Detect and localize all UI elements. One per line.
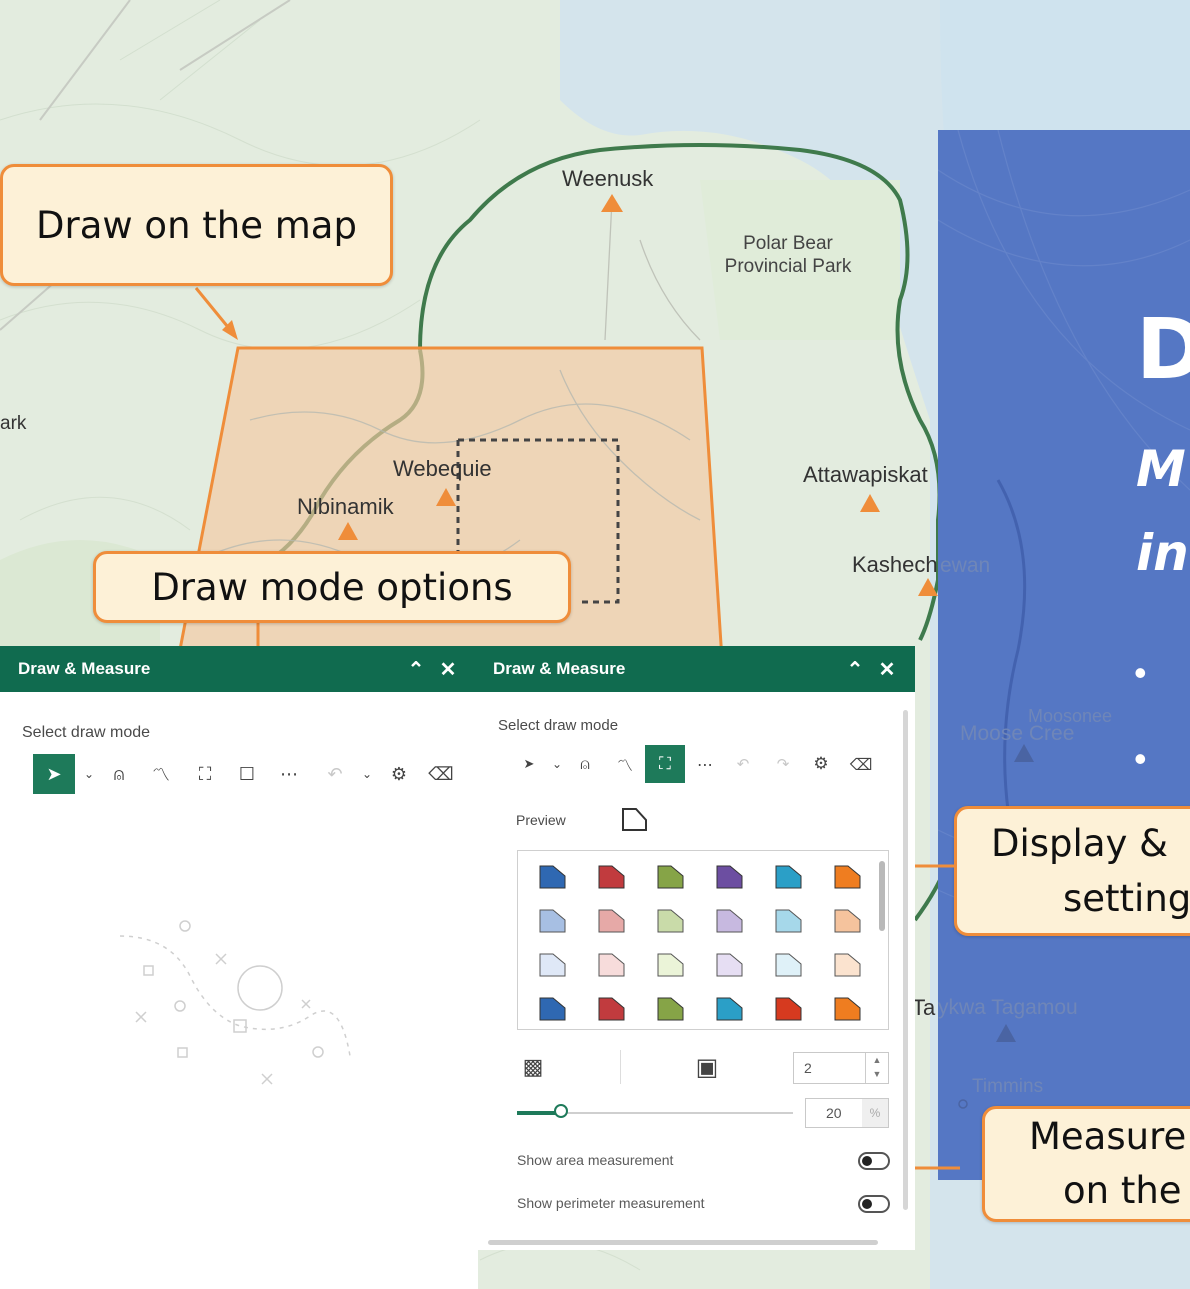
symbol-swatch[interactable] (597, 863, 627, 891)
symbol-swatch[interactable] (715, 995, 745, 1023)
show-area-toggle[interactable] (858, 1152, 890, 1170)
map-label-kashechewan: Kashech (852, 552, 938, 577)
polygon-tool-icon[interactable]: ⛶ (645, 745, 685, 783)
collapse-icon[interactable]: ⌃ (400, 657, 432, 682)
symbol-swatch[interactable] (656, 951, 686, 979)
polygon-preview-icon (622, 808, 647, 831)
symbol-swatch[interactable] (538, 951, 568, 979)
stroke-width-stepper[interactable]: 2 ▲ ▼ (793, 1052, 889, 1084)
outline-style-icon[interactable]: ▣ (692, 1052, 722, 1082)
slide-panel: D M in • • ewan Moosonee Moose Cree ykwa… (938, 130, 1190, 1180)
slide-map-symbols (958, 744, 1034, 1109)
polygon-tool-icon[interactable]: ⛶ (190, 759, 220, 789)
callout-draw-mode-options-text: Draw mode options (151, 565, 513, 609)
callout-display-settings: Display & setting (954, 806, 1190, 936)
callout-display-line2: setting (1063, 877, 1190, 920)
symbol-swatch[interactable] (715, 951, 745, 979)
fill-pattern-icon[interactable]: ▩ (518, 1052, 548, 1082)
panel-horizontal-scrollbar[interactable] (488, 1240, 878, 1245)
callout-measure-line1: Measure (1029, 1115, 1187, 1158)
symbol-swatch[interactable] (833, 907, 863, 935)
undo-icon[interactable]: ↶ (320, 759, 350, 789)
gallery-scrollbar[interactable] (879, 861, 885, 931)
map-label-park-fragment: ark (0, 413, 27, 434)
draw-measure-panel-right: Draw & Measure ⌃ ✕ Select draw mode ➤ ⌄ … (478, 646, 915, 1250)
opacity-input[interactable]: 20 % (805, 1098, 889, 1128)
redo-icon[interactable]: ↷ (768, 749, 798, 779)
callout-measure: Measure on the (982, 1106, 1190, 1222)
map-label-polar-bear-park: Polar Bear Provincial Park (724, 233, 852, 277)
map-label-attawapiskat: Attawapiskat (803, 462, 928, 487)
more-tools-icon[interactable]: ⋯ (274, 759, 304, 789)
symbol-swatch[interactable] (774, 863, 804, 891)
draw-measure-panel-left: Draw & Measure ⌃ ✕ Select draw mode ➤ ⌄ … (0, 646, 478, 1289)
divider (620, 1050, 621, 1084)
symbol-swatch[interactable] (774, 995, 804, 1023)
preview-label: Preview (516, 812, 566, 828)
symbol-swatch[interactable] (774, 951, 804, 979)
panel-left-title: Draw & Measure (18, 659, 151, 678)
opacity-slider-track[interactable] (517, 1104, 793, 1118)
show-perimeter-label: Show perimeter measurement (517, 1195, 705, 1211)
symbol-swatch[interactable] (656, 995, 686, 1023)
polyline-tool-icon[interactable]: 〽 (146, 759, 176, 789)
symbol-swatch[interactable] (715, 907, 745, 935)
collapse-icon[interactable]: ⌃ (839, 657, 871, 682)
map-label-webequie: Webequie (393, 456, 492, 481)
show-perimeter-toggle[interactable] (858, 1195, 890, 1213)
chevron-down-icon[interactable]: ⌄ (74, 759, 104, 789)
symbol-swatch[interactable] (597, 995, 627, 1023)
panel-right-header: Draw & Measure ⌃ ✕ (478, 646, 915, 692)
callout-display-line1: Display & (991, 822, 1168, 865)
settings-gear-icon[interactable]: ⚙ (384, 759, 414, 789)
symbol-swatch[interactable] (833, 863, 863, 891)
more-tools-icon[interactable]: ⋯ (690, 749, 720, 779)
opacity-unit: % (862, 1099, 888, 1127)
symbol-swatch[interactable] (538, 907, 568, 935)
map-label-nibinamik: Nibinamik (297, 494, 394, 519)
chevron-down-icon[interactable]: ⌄ (542, 749, 572, 779)
panel-right-title: Draw & Measure (493, 659, 626, 678)
show-area-label: Show area measurement (517, 1152, 674, 1168)
symbol-swatch[interactable] (597, 907, 627, 935)
select-draw-mode-label: Select draw mode (22, 724, 151, 741)
map-label-weenusk: Weenusk (562, 166, 654, 191)
symbol-swatch[interactable] (656, 863, 686, 891)
panel-left-header: Draw & Measure ⌃ ✕ (0, 646, 478, 692)
point-tool-icon[interactable]: ⍝ (570, 749, 600, 779)
settings-gear-icon[interactable]: ⚙ (806, 749, 836, 779)
callout-draw-mode-options: Draw mode options (93, 551, 571, 623)
symbol-swatch[interactable] (656, 907, 686, 935)
eraser-icon[interactable]: ⌫ (426, 759, 456, 789)
select-tool-icon[interactable]: ➤ (514, 749, 544, 779)
select-draw-mode-label: Select draw mode (498, 717, 619, 734)
polyline-tool-icon[interactable]: 〽 (610, 749, 640, 779)
opacity-value: 20 (826, 1105, 842, 1121)
symbol-swatch[interactable] (833, 995, 863, 1023)
symbol-gallery[interactable] (517, 850, 889, 1030)
rectangle-tool-icon[interactable]: ☐ (232, 759, 262, 789)
undo-chevron-down-icon[interactable]: ⌄ (352, 759, 382, 789)
stepper-arrows-icon[interactable]: ▲ ▼ (865, 1053, 888, 1083)
callout-measure-line2: on the (1063, 1169, 1182, 1212)
point-tool-icon[interactable]: ⍝ (104, 759, 134, 789)
close-icon[interactable]: ✕ (432, 657, 464, 682)
empty-state-illustration-icon (119, 920, 351, 1085)
callout-draw-on-map-text: Draw on the map (36, 203, 357, 247)
eraser-icon[interactable]: ⌫ (846, 749, 876, 779)
opacity-slider-thumb[interactable] (554, 1104, 569, 1118)
stroke-width-value: 2 (804, 1060, 812, 1076)
symbol-swatch[interactable] (715, 863, 745, 891)
symbol-swatch[interactable] (833, 951, 863, 979)
symbol-swatch[interactable] (538, 863, 568, 891)
panel-vertical-scrollbar[interactable] (903, 710, 908, 1210)
symbol-swatch[interactable] (538, 995, 568, 1023)
undo-icon[interactable]: ↶ (728, 749, 758, 779)
close-icon[interactable]: ✕ (871, 657, 903, 682)
symbol-swatch[interactable] (597, 951, 627, 979)
callout-draw-on-map: Draw on the map (0, 164, 393, 286)
select-tool-icon[interactable]: ➤ (33, 754, 75, 794)
symbol-swatch[interactable] (774, 907, 804, 935)
